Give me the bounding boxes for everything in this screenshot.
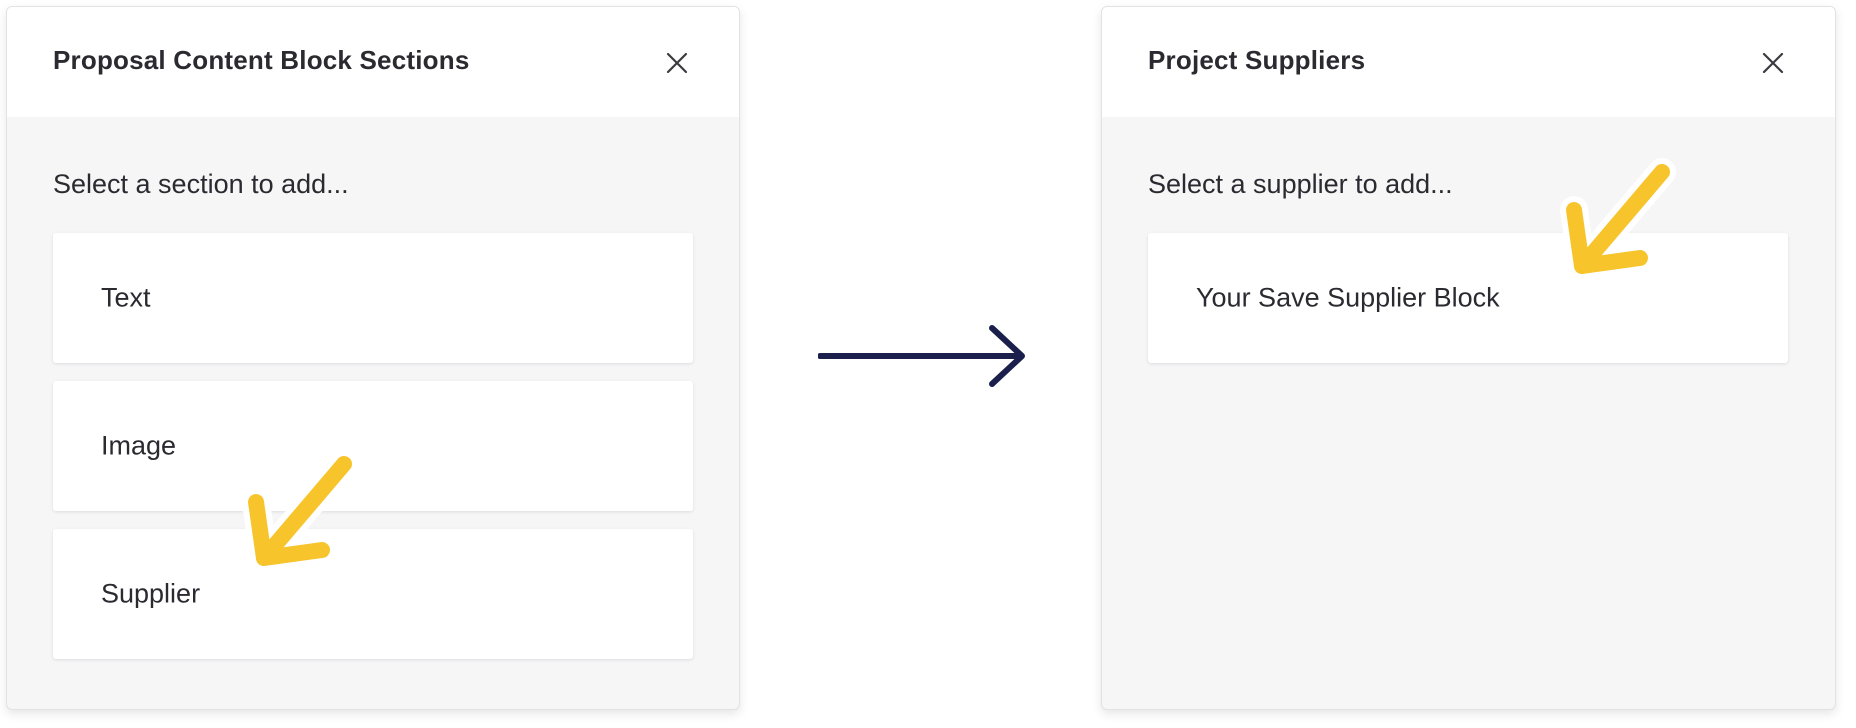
option-label: Text bbox=[101, 282, 151, 313]
supplier-option-saved-block[interactable]: Your Save Supplier Block bbox=[1148, 233, 1788, 363]
option-label: Supplier bbox=[101, 578, 201, 609]
highlight-arrow-icon bbox=[1560, 158, 1676, 280]
highlight-arrow-icon bbox=[242, 450, 358, 572]
section-option-image[interactable]: Image bbox=[53, 381, 693, 511]
option-label: Image bbox=[101, 430, 177, 461]
dialog-title: Project Suppliers bbox=[1148, 45, 1366, 75]
close-button[interactable] bbox=[1761, 51, 1785, 75]
section-picker-dialog: Proposal Content Block Sections Select a… bbox=[6, 6, 740, 710]
option-label: Your Save Supplier Block bbox=[1196, 282, 1500, 313]
section-option-supplier[interactable]: Supplier bbox=[53, 529, 693, 659]
dialog-title: Proposal Content Block Sections bbox=[53, 45, 470, 75]
dialog-header: Project Suppliers bbox=[1102, 7, 1835, 117]
dialog-header: Proposal Content Block Sections bbox=[7, 7, 739, 117]
dialog-subtitle: Select a supplier to add... bbox=[1148, 169, 1453, 199]
stage: Proposal Content Block Sections Select a… bbox=[0, 0, 1856, 728]
supplier-picker-dialog: Project Suppliers Select a supplier to a… bbox=[1101, 6, 1836, 710]
close-icon bbox=[666, 52, 688, 74]
section-options-list: Text Image Supplier bbox=[53, 233, 693, 677]
close-button[interactable] bbox=[665, 51, 689, 75]
dialog-subtitle: Select a section to add... bbox=[53, 169, 349, 199]
arrow-right-icon bbox=[818, 325, 1025, 387]
supplier-options-list: Your Save Supplier Block bbox=[1148, 233, 1788, 381]
close-icon bbox=[1762, 52, 1784, 74]
section-option-text[interactable]: Text bbox=[53, 233, 693, 363]
